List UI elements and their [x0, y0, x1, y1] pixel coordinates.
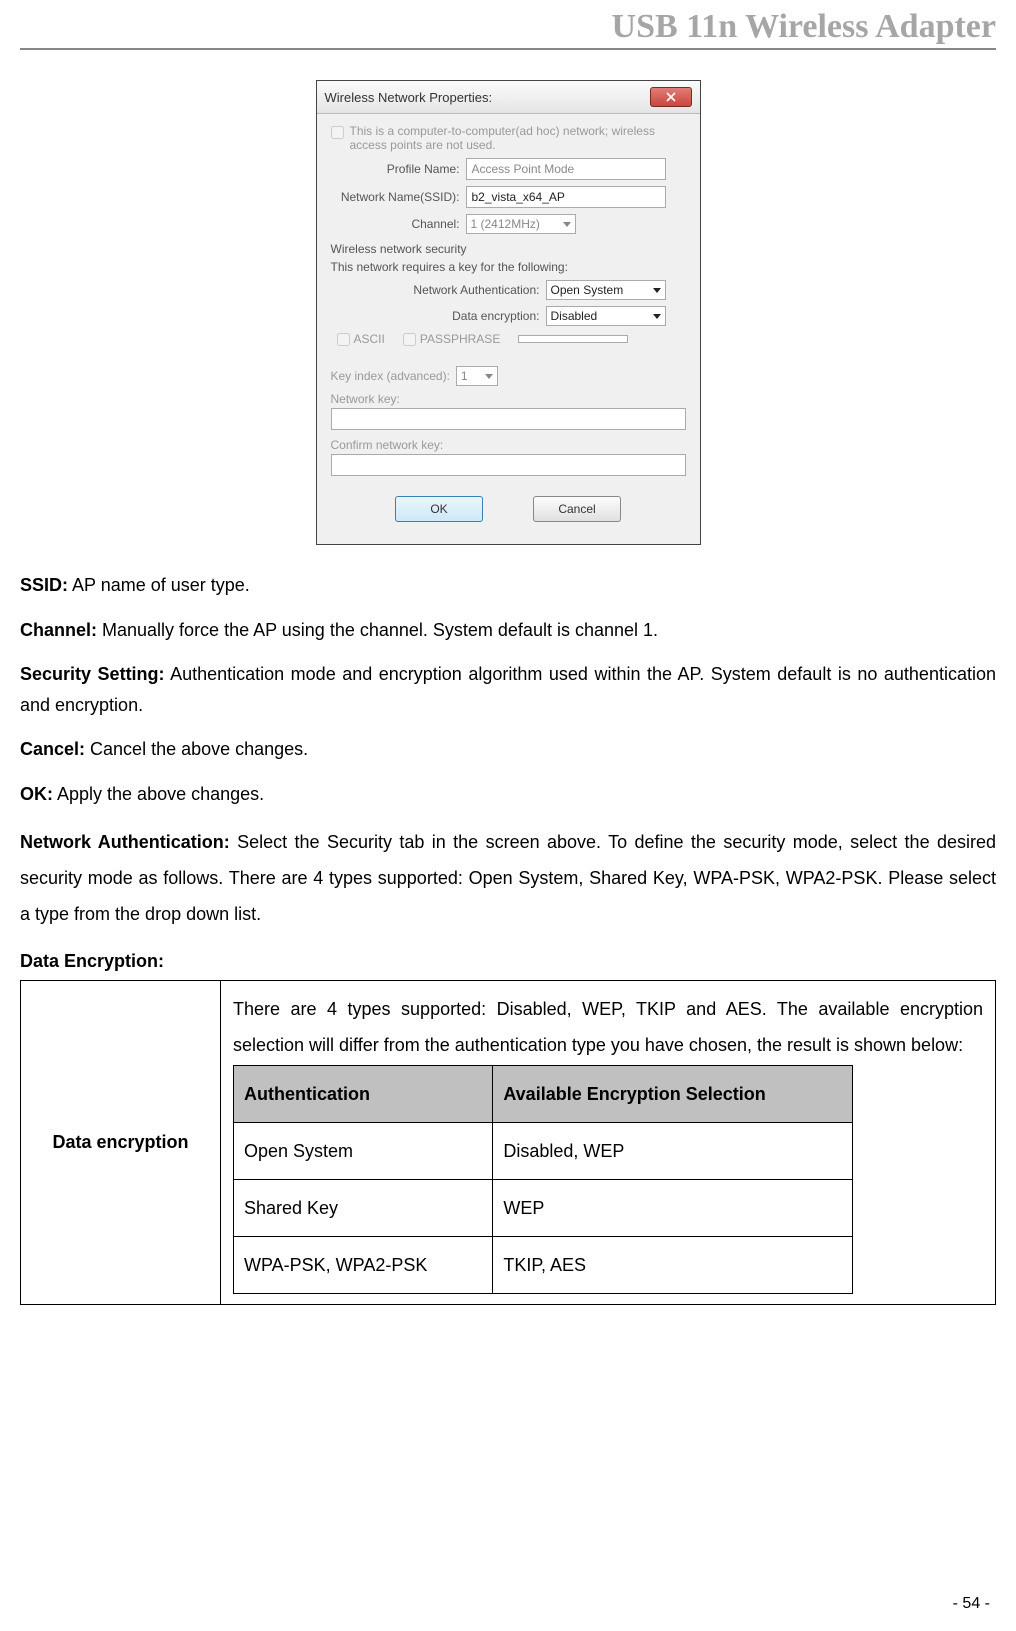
cancel-desc: Cancel the above changes. [85, 739, 308, 759]
networkkey-input[interactable] [331, 408, 686, 430]
wireless-properties-dialog: Wireless Network Properties: This is a c… [316, 80, 701, 545]
ok-term: OK: [20, 784, 53, 804]
channel-value: 1 (2412MHz) [471, 217, 540, 231]
table-desc-cell: There are 4 types supported: Disabled, W… [221, 981, 996, 1305]
page-content: SSID: AP name of user type. Channel: Man… [0, 570, 1016, 1305]
cancel-paragraph: Cancel: Cancel the above changes. [20, 734, 996, 765]
dataenc-dropdown[interactable]: Disabled [546, 306, 666, 326]
security-paragraph: Security Setting: Authentication mode an… [20, 659, 996, 720]
channel-term: Channel: [20, 620, 97, 640]
cancel-button[interactable]: Cancel [533, 496, 621, 522]
ascii-checkbox-label: ASCII [337, 332, 385, 346]
cell-enc: Disabled, WEP [493, 1123, 853, 1180]
confirmkey-input[interactable] [331, 454, 686, 476]
ssid-paragraph: SSID: AP name of user type. [20, 570, 996, 601]
inner-header-auth: Authentication [234, 1066, 493, 1123]
passphrase-text: PASSPHRASE [420, 332, 500, 346]
profile-name-label: Profile Name: [331, 162, 466, 176]
dataenc-label: Data encryption: [331, 309, 546, 323]
cell-auth: Open System [234, 1123, 493, 1180]
passphrase-input[interactable] [518, 335, 628, 343]
encryption-table: Data encryption There are 4 types suppor… [20, 980, 996, 1305]
dataenc-value: Disabled [551, 309, 598, 323]
keyindex-value: 1 [461, 369, 468, 383]
security-desc: This network requires a key for the foll… [331, 260, 686, 274]
confirmkey-label: Confirm network key: [331, 438, 686, 452]
chevron-down-icon [653, 288, 661, 293]
dialog-title: Wireless Network Properties: [325, 90, 493, 105]
chevron-down-icon [485, 374, 493, 379]
dialog-titlebar: Wireless Network Properties: [317, 81, 700, 114]
ok-desc: Apply the above changes. [53, 784, 264, 804]
netauth-term: Network Authentication: [20, 832, 230, 852]
table-row: WPA-PSK, WPA2-PSK TKIP, AES [234, 1237, 853, 1294]
table-row: Shared Key WEP [234, 1180, 853, 1237]
channel-desc: Manually force the AP using the channel.… [97, 620, 658, 640]
security-term: Security Setting: [20, 664, 165, 684]
inner-table: Authentication Available Encryption Sele… [233, 1065, 853, 1294]
dialog-body: This is a computer-to-computer(ad hoc) n… [317, 114, 700, 544]
netauth-paragraph: Network Authentication: Select the Secur… [20, 824, 996, 932]
passphrase-checkbox[interactable] [403, 333, 416, 346]
netauth-value: Open System [551, 283, 624, 297]
table-row: Open System Disabled, WEP [234, 1123, 853, 1180]
netauth-dropdown[interactable]: Open System [546, 280, 666, 300]
close-icon [666, 92, 676, 102]
ssid-input[interactable]: b2_vista_x64_AP [466, 186, 666, 208]
ok-paragraph: OK: Apply the above changes. [20, 779, 996, 810]
cell-enc: WEP [493, 1180, 853, 1237]
dialog-container: Wireless Network Properties: This is a c… [0, 80, 1016, 545]
keyindex-label: Key index (advanced): [331, 369, 450, 383]
ssid-term: SSID: [20, 575, 68, 595]
close-button[interactable] [650, 87, 692, 107]
security-group-label: Wireless network security [331, 242, 686, 256]
networkkey-label: Network key: [331, 392, 686, 406]
passphrase-checkbox-label: PASSPHRASE [403, 332, 500, 346]
ascii-text: ASCII [354, 332, 385, 346]
netauth-label: Network Authentication: [331, 283, 546, 297]
ssid-desc: AP name of user type. [68, 575, 250, 595]
dataenc-paragraph: Data Encryption: [20, 946, 996, 977]
ok-button[interactable]: OK [395, 496, 483, 522]
table-label-cell: Data encryption [21, 981, 221, 1305]
inner-header-enc: Available Encryption Selection [493, 1066, 853, 1123]
adhoc-checkbox[interactable] [331, 126, 344, 139]
adhoc-label: This is a computer-to-computer(ad hoc) n… [350, 124, 686, 152]
cancel-term: Cancel: [20, 739, 85, 759]
chevron-down-icon [563, 222, 571, 227]
dataenc-term: Data Encryption: [20, 951, 164, 971]
cell-auth: Shared Key [234, 1180, 493, 1237]
ascii-checkbox[interactable] [337, 333, 350, 346]
cell-enc: TKIP, AES [493, 1237, 853, 1294]
profile-name-input[interactable]: Access Point Mode [466, 158, 666, 180]
cell-auth: WPA-PSK, WPA2-PSK [234, 1237, 493, 1294]
page-number: - 54 - [953, 1595, 990, 1613]
page-header: USB 11n Wireless Adapter [20, 0, 996, 50]
channel-dropdown[interactable]: 1 (2412MHz) [466, 214, 576, 234]
channel-label: Channel: [331, 217, 466, 231]
ssid-label: Network Name(SSID): [331, 190, 466, 204]
chevron-down-icon [653, 314, 661, 319]
channel-paragraph: Channel: Manually force the AP using the… [20, 615, 996, 646]
security-desc: Authentication mode and encryption algor… [20, 664, 996, 715]
table-desc-text: There are 4 types supported: Disabled, W… [233, 999, 983, 1055]
page-title: USB 11n Wireless Adapter [20, 8, 996, 48]
keyindex-dropdown[interactable]: 1 [456, 366, 498, 386]
